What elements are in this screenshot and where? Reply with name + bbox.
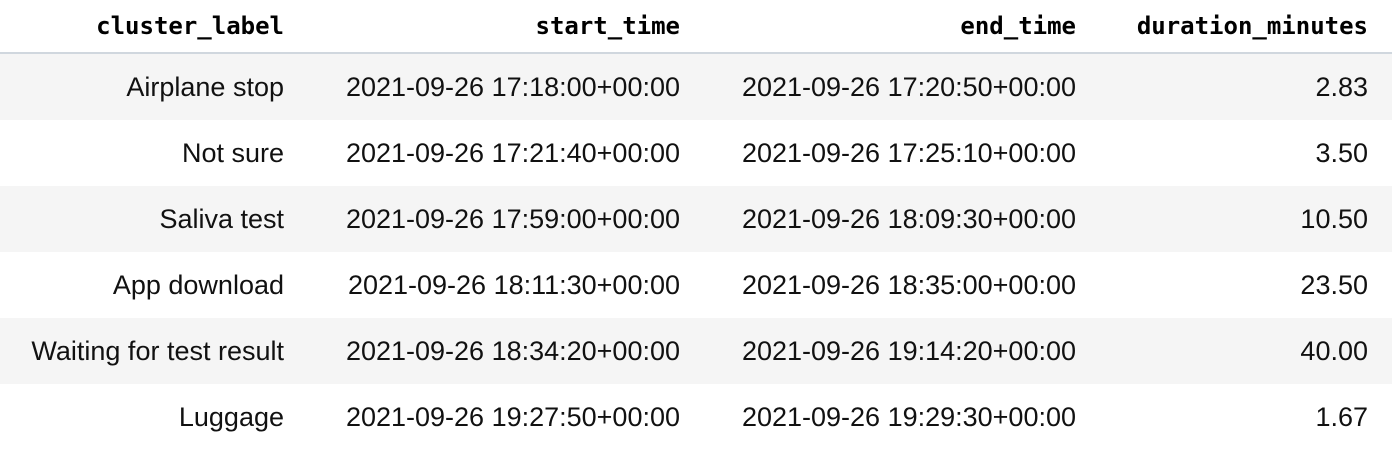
cell-end-time: 2021-09-26 18:09:30+00:00 — [690, 186, 1086, 252]
table-row: Airplane stop 2021-09-26 17:18:00+00:00 … — [0, 53, 1392, 120]
cell-duration-minutes: 1.67 — [1086, 384, 1392, 450]
cell-end-time: 2021-09-26 17:20:50+00:00 — [690, 53, 1086, 120]
table-header: cluster_label start_time end_time durati… — [0, 0, 1392, 54]
cell-cluster-label: Not sure — [0, 120, 294, 186]
table-row: Not sure 2021-09-26 17:21:40+00:00 2021-… — [0, 120, 1392, 186]
column-header-duration-minutes: duration_minutes — [1086, 0, 1392, 54]
cell-cluster-label: Airplane stop — [0, 53, 294, 120]
cell-duration-minutes: 23.50 — [1086, 252, 1392, 318]
table-row: Saliva test 2021-09-26 17:59:00+00:00 20… — [0, 186, 1392, 252]
column-header-start-time: start_time — [294, 0, 690, 54]
cell-start-time: 2021-09-26 18:11:30+00:00 — [294, 252, 690, 318]
table-body: Airplane stop 2021-09-26 17:18:00+00:00 … — [0, 53, 1392, 450]
cell-duration-minutes: 2.83 — [1086, 53, 1392, 120]
cell-end-time: 2021-09-26 18:35:00+00:00 — [690, 252, 1086, 318]
cell-duration-minutes: 40.00 — [1086, 318, 1392, 384]
cell-cluster-label: Luggage — [0, 384, 294, 450]
cell-end-time: 2021-09-26 19:14:20+00:00 — [690, 318, 1086, 384]
cell-cluster-label: Waiting for test result — [0, 318, 294, 384]
header-row: cluster_label start_time end_time durati… — [0, 0, 1392, 54]
cell-duration-minutes: 10.50 — [1086, 186, 1392, 252]
dataframe-table: cluster_label start_time end_time durati… — [0, 0, 1392, 450]
cell-end-time: 2021-09-26 17:25:10+00:00 — [690, 120, 1086, 186]
cell-start-time: 2021-09-26 17:21:40+00:00 — [294, 120, 690, 186]
cell-start-time: 2021-09-26 17:59:00+00:00 — [294, 186, 690, 252]
cell-start-time: 2021-09-26 19:27:50+00:00 — [294, 384, 690, 450]
table-row: Luggage 2021-09-26 19:27:50+00:00 2021-0… — [0, 384, 1392, 450]
table-row: Waiting for test result 2021-09-26 18:34… — [0, 318, 1392, 384]
column-header-end-time: end_time — [690, 0, 1086, 54]
cell-start-time: 2021-09-26 17:18:00+00:00 — [294, 53, 690, 120]
table-row: App download 2021-09-26 18:11:30+00:00 2… — [0, 252, 1392, 318]
column-header-cluster-label: cluster_label — [0, 0, 294, 54]
cell-duration-minutes: 3.50 — [1086, 120, 1392, 186]
cell-end-time: 2021-09-26 19:29:30+00:00 — [690, 384, 1086, 450]
cell-cluster-label: App download — [0, 252, 294, 318]
cell-cluster-label: Saliva test — [0, 186, 294, 252]
cell-start-time: 2021-09-26 18:34:20+00:00 — [294, 318, 690, 384]
